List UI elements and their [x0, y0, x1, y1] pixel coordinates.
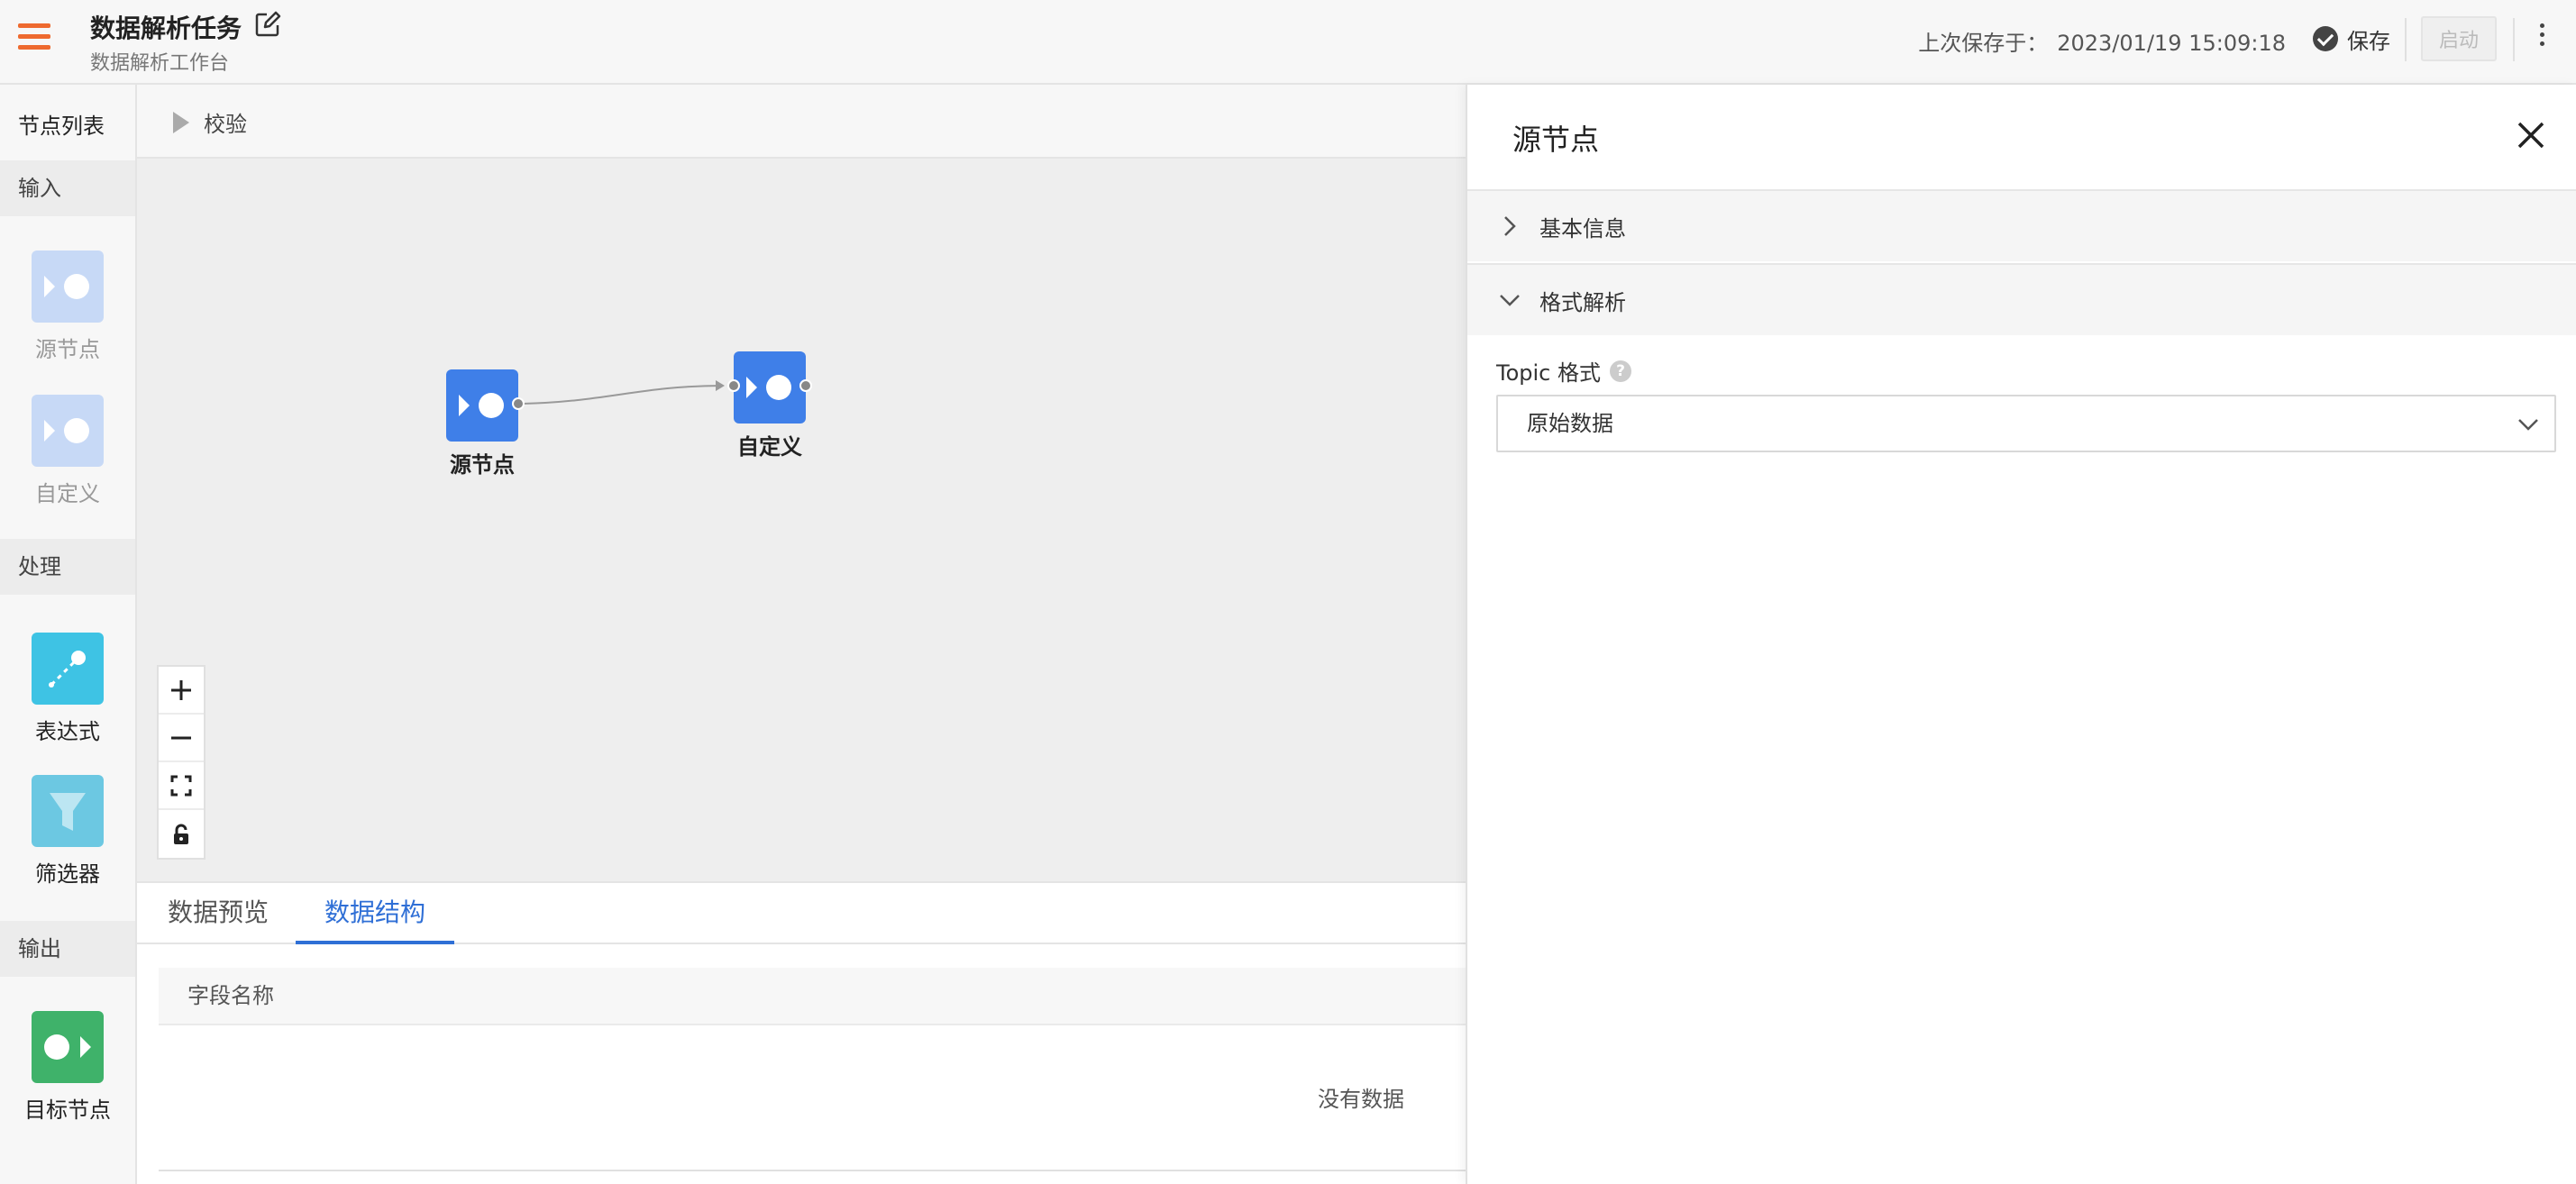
table-header-field-name: 字段名称: [159, 968, 1466, 1025]
filter-funnel-icon: [32, 775, 104, 847]
palette-item-filter[interactable]: 筛选器: [0, 775, 135, 888]
topic-format-label: Topic 格式 ?: [1496, 355, 1631, 387]
custom-node-icon: [32, 395, 104, 467]
group-header-output: 输出: [0, 921, 135, 977]
save-button[interactable]: 保存: [2313, 23, 2390, 54]
palette-item-expression[interactable]: 表达式: [0, 633, 135, 745]
section-label: 基本信息: [1539, 215, 1626, 241]
task-subtitle: 数据解析工作台: [90, 52, 230, 75]
topic-format-select[interactable]: 原始数据: [1496, 395, 2556, 452]
bottom-data-panel: 数据预览 数据结构 字段名称 没有数据: [137, 881, 1466, 1184]
target-node-icon: [32, 1011, 104, 1083]
section-label: 格式解析: [1539, 289, 1626, 315]
output-port[interactable]: [799, 379, 812, 392]
flow-node-label: 自定义: [737, 434, 802, 460]
palette-item-label: 表达式: [35, 719, 100, 744]
start-button[interactable]: 启动: [2421, 16, 2497, 61]
palette-item-source-node[interactable]: 源节点: [0, 250, 135, 363]
table-divider: [159, 1170, 1466, 1171]
palette-item-label: 自定义: [35, 481, 100, 506]
section-basic-info[interactable]: 基本信息: [1467, 189, 2576, 261]
node-list-title: 节点列表: [18, 114, 105, 139]
output-port[interactable]: [512, 397, 525, 410]
config-panel-title: 源节点: [1512, 123, 1600, 157]
more-vertical-icon[interactable]: [2535, 23, 2549, 54]
play-icon: [173, 111, 189, 133]
plus-icon: [171, 679, 191, 700]
flow-node-custom[interactable]: 自定义: [727, 351, 812, 460]
edge-arrow-icon: [716, 380, 725, 391]
header-divider: [2405, 18, 2407, 61]
last-saved-info: 上次保存于： 2023/01/19 15:09:18: [1918, 25, 2286, 57]
validate-label: 校验: [204, 112, 247, 137]
last-saved-time: 2023/01/19 15:09:18: [2057, 31, 2286, 56]
flow-node-label: 源节点: [450, 452, 515, 478]
flow-canvas[interactable]: 源节点 自定义: [137, 159, 1466, 881]
lock-canvas-button[interactable]: [159, 810, 204, 858]
group-header-input: 输入: [0, 160, 135, 216]
fit-view-button[interactable]: [159, 762, 204, 810]
chevron-down-icon: [2518, 419, 2538, 431]
tab-data-preview[interactable]: 数据预览: [164, 883, 272, 944]
tab-data-structure[interactable]: 数据结构: [296, 883, 454, 944]
topic-format-label-text: Topic 格式: [1496, 360, 1601, 386]
zoom-controls: [157, 665, 206, 860]
node-config-panel: 源节点 基本信息 格式解析 Topic 格式 ? 原始数据: [1466, 85, 2576, 1184]
topic-format-value: 原始数据: [1527, 411, 1613, 436]
app-header: 数据解析任务 数据解析工作台 上次保存于： 2023/01/19 15:09:18…: [0, 0, 2576, 85]
chevron-down-icon: [1500, 295, 1520, 306]
custom-node-icon: [734, 351, 806, 424]
source-node-icon: [32, 250, 104, 323]
task-title: 数据解析任务: [90, 14, 242, 43]
node-list-panel: 节点列表 输入 源节点 自定义 处理 表达式 筛选器 输出 目标节点: [0, 85, 137, 1184]
empty-state-text: 没有数据: [1318, 1087, 1404, 1112]
section-format-parse[interactable]: 格式解析: [1467, 263, 2576, 335]
menu-hamburger-icon[interactable]: [18, 23, 50, 50]
palette-item-custom-node[interactable]: 自定义: [0, 395, 135, 507]
help-question-icon[interactable]: ?: [1610, 360, 1631, 382]
palette-item-label: 目标节点: [24, 1097, 111, 1123]
validate-button[interactable]: 校验: [173, 106, 247, 138]
expression-icon: [32, 633, 104, 705]
header-divider: [2513, 18, 2515, 61]
palette-item-label: 筛选器: [35, 861, 100, 887]
group-header-process: 处理: [0, 539, 135, 595]
canvas-toolbar: 校验: [137, 85, 1466, 159]
flow-node-source[interactable]: 源节点: [446, 369, 525, 478]
chevron-right-icon: [1504, 216, 1516, 236]
source-node-icon: [446, 369, 518, 442]
check-circle-icon: [2313, 26, 2338, 51]
input-port[interactable]: [727, 379, 740, 392]
edit-icon[interactable]: [254, 11, 281, 38]
zoom-in-button[interactable]: [159, 667, 204, 715]
bottom-tabs: 数据预览 数据结构: [137, 883, 1466, 944]
close-icon[interactable]: [2515, 119, 2547, 151]
palette-item-label: 源节点: [35, 337, 100, 362]
lock-icon: [174, 824, 188, 844]
flow-edges: [522, 380, 725, 405]
edge-source-to-custom: [522, 385, 724, 405]
last-saved-label: 上次保存于：: [1918, 31, 2049, 56]
fullscreen-icon: [170, 775, 192, 796]
save-button-label: 保存: [2347, 28, 2390, 54]
palette-item-target-node[interactable]: 目标节点: [0, 1011, 135, 1124]
zoom-out-button[interactable]: [159, 715, 204, 762]
minus-icon: [171, 736, 191, 739]
